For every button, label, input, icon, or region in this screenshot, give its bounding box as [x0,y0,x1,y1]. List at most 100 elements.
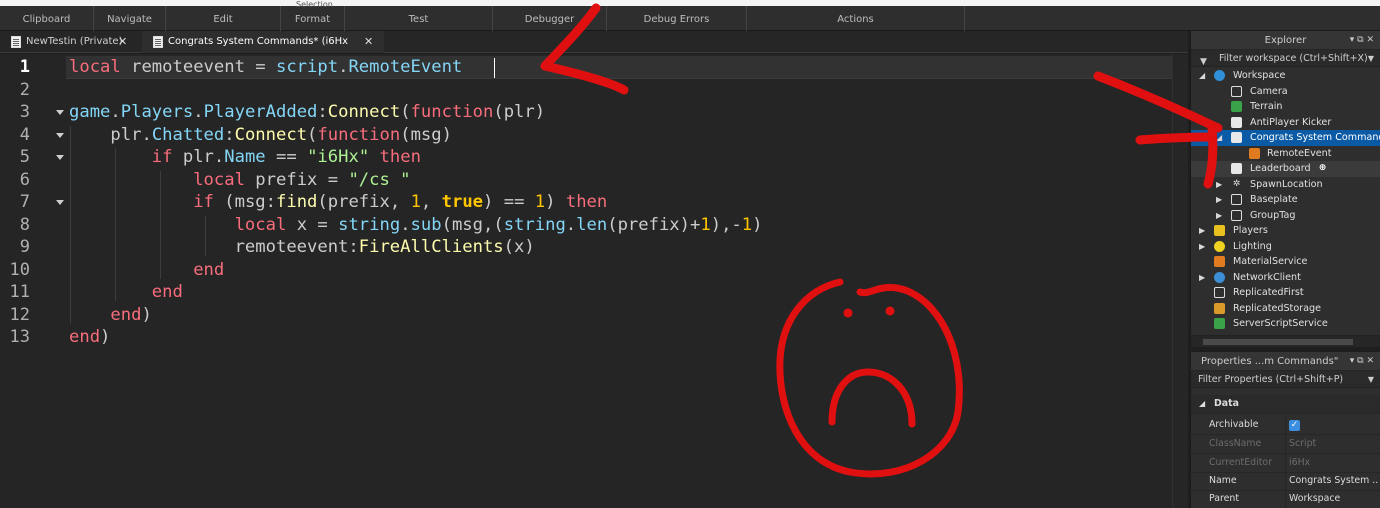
collapse-arrow-icon[interactable]: ◢ [1199,395,1205,414]
token-string: "/cs " [348,170,411,190]
explorer-horizontal-scrollbar[interactable] [1191,335,1380,347]
tab-congrats-system-commands[interactable]: Congrats System Commands* (i6Hx Editing)… [142,31,384,69]
code-line: local x = string.sub(msg,(string.len(pre… [234,215,763,235]
tree-item-spawnlocation[interactable]: ▶ ✲ SpawnLocation [1191,177,1380,193]
property-archivable[interactable]: Archivable ✓ [1191,416,1380,435]
ribbon-group-debug-errors[interactable]: Debug Errors [607,6,747,31]
close-icon[interactable]: ✕ [364,31,373,53]
panel-controls-icon[interactable]: ▾ ⧉ ✕ [1350,31,1374,50]
replicated-icon [1214,287,1225,298]
token-ident: msg [234,192,266,212]
expand-arrow-icon[interactable]: ◢ [1216,130,1222,146]
properties-filter-input[interactable]: Filter Properties (Ctrl+Shift+P) ▼ [1191,371,1380,388]
code-line: local remoteevent = script.RemoteEvent [69,57,463,77]
token-local: local [234,215,287,235]
expand-arrow-icon[interactable]: ▶ [1199,223,1205,239]
camera-icon [1231,85,1242,97]
tree-item-networkclient[interactable]: ▶ NetworkClient [1191,270,1380,286]
property-separator [1285,490,1286,508]
chevron-down-icon[interactable]: ▼ [1368,50,1374,67]
code-line: end) [69,327,111,347]
tree-item-remoteevent[interactable]: RemoteEvent [1191,146,1380,162]
ribbon-group-navigate[interactable]: Navigate [94,6,166,31]
ribbon-group-actions[interactable]: Actions [747,6,965,31]
fold-arrow-icon[interactable] [56,155,64,160]
expand-arrow-icon[interactable]: ▶ [1199,270,1205,286]
token-number: 1 [741,215,753,235]
tree-item-serverscriptservice[interactable]: ServerScriptService [1191,316,1380,331]
line-number: 10 [9,260,30,280]
line-number: 2 [19,80,30,100]
tree-item-materialservice[interactable]: MaterialService [1191,254,1380,270]
tree-item-label: Workspace [1233,70,1286,81]
remote-event-icon [1249,147,1260,159]
close-icon[interactable]: ✕ [118,31,127,53]
fold-arrow-icon[interactable] [56,200,64,205]
chevron-down-icon[interactable]: ▼ [1368,371,1374,388]
part-icon [1231,194,1242,205]
ribbon-group-clipboard[interactable]: Clipboard [0,6,94,31]
expand-arrow-icon[interactable]: ▶ [1199,239,1205,255]
tree-item-lighting[interactable]: ▶ Lighting [1191,239,1380,255]
script-editor[interactable]: 1 2 3 4 5 6 7 8 9 10 11 12 13 local remo… [0,54,1188,508]
scrollbar-thumb[interactable] [1203,339,1353,345]
fold-arrow-icon[interactable] [56,110,64,115]
tree-item-label: Camera [1250,85,1288,97]
expand-arrow-icon[interactable]: ▶ [1216,177,1222,193]
tree-item-players[interactable]: ▶ Players [1191,223,1380,239]
tree-item-replicatedstorage[interactable]: ReplicatedStorage [1191,301,1380,317]
tree-item-replicatedfirst[interactable]: ReplicatedFirst [1191,285,1380,301]
ribbon-toolbar: Selection Clipboard Navigate Edit Format… [0,0,1380,31]
expand-arrow-icon[interactable]: ◢ [1199,68,1205,84]
token-ident: prefix [327,192,390,212]
code-line: local prefix = "/cs " [193,170,411,190]
ribbon-group-edit[interactable]: Edit [166,6,281,31]
script-doc-icon [153,36,163,48]
token-game: game [69,102,111,122]
tab-newtestin[interactable]: NewTestin (Private) ✕ [0,31,140,53]
token-ident: x [296,215,308,235]
property-name[interactable]: Name Congrats System ... [1191,472,1380,491]
tree-item-label: MaterialService [1233,256,1308,267]
ribbon-group-format[interactable]: Format [281,6,345,31]
panel-controls-icon[interactable]: ▾ ⧉ ✕ [1350,352,1374,371]
property-parent[interactable]: Parent Workspace [1191,490,1380,508]
token-ident: prefix [255,170,318,190]
token-connect: Connect [327,102,401,122]
line-number: 13 [9,327,30,347]
property-value: i6Hx [1289,457,1311,468]
terrain-icon [1231,101,1242,112]
tree-item-grouptag[interactable]: ▶ GroupTag [1191,208,1380,224]
checkbox-checked-icon[interactable]: ✓ [1289,420,1300,431]
tree-item-baseplate[interactable]: ▶ Baseplate [1191,192,1380,208]
property-value[interactable]: Workspace [1289,490,1379,508]
ribbon-group-debugger[interactable]: Debugger [493,6,607,31]
token-ident: remoteevent [234,237,349,257]
tree-item-label: NetworkClient [1233,271,1301,283]
token-end: end [110,305,142,325]
property-value[interactable]: Congrats System ... [1289,472,1379,491]
tree-item-label: Players [1233,225,1268,236]
expand-arrow-icon[interactable]: ▶ [1216,208,1222,224]
expand-arrow-icon[interactable]: ▶ [1216,192,1222,208]
token-remoteevent: RemoteEvent [348,57,463,77]
tree-item-leaderboard[interactable]: Leaderboard ⊕ [1191,161,1380,177]
properties-section-data[interactable]: ◢ Data [1191,395,1380,414]
tree-item-label: ReplicatedFirst [1233,287,1304,298]
editor-vertical-scrollbar[interactable] [1172,54,1188,508]
tree-item-camera[interactable]: Camera [1191,84,1380,100]
fold-arrow-icon[interactable] [56,133,64,138]
tree-item-antiplayer-kicker[interactable]: AntiPlayer Kicker [1191,115,1380,131]
globe-icon [1214,70,1225,81]
tree-item-label: Baseplate [1250,194,1298,205]
part-icon [1231,209,1242,221]
ribbon-group-test[interactable]: Test [345,6,493,31]
explorer-filter-input[interactable]: ▼ Filter workspace (Ctrl+Shift+X) ▼ [1191,50,1380,67]
tree-item-congrats-system-commands[interactable]: ◢ Congrats System Commands [1191,130,1380,146]
add-icon[interactable]: ⊕ [1317,163,1328,174]
line-number: 1 [19,57,30,77]
property-key: Archivable [1209,419,1259,430]
tree-item-terrain[interactable]: Terrain [1191,99,1380,115]
tree-item-workspace[interactable]: ◢ Workspace [1191,68,1380,84]
explorer-title-label: Explorer [1264,35,1307,46]
